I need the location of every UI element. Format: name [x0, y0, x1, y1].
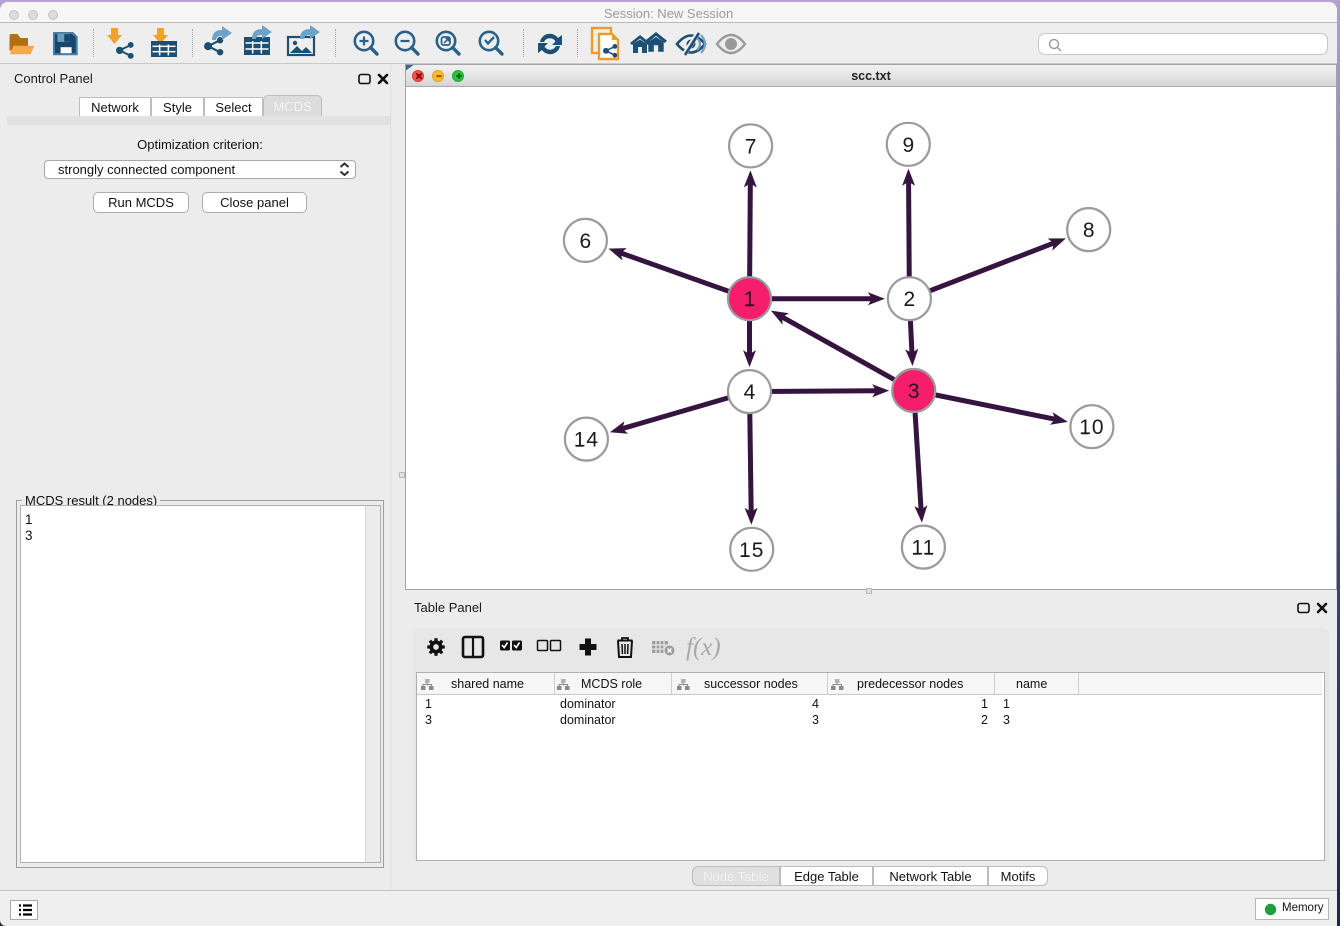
svg-text:15: 15 [739, 539, 764, 562]
svg-text:1: 1 [744, 288, 756, 311]
svg-text:f(x): f(x) [686, 634, 721, 661]
svg-text:2: 2 [904, 288, 916, 311]
svg-text:10: 10 [1079, 416, 1104, 439]
svg-text:11: 11 [911, 537, 935, 560]
svg-text:6: 6 [580, 230, 592, 253]
svg-text:14: 14 [574, 429, 599, 452]
svg-text:9: 9 [902, 134, 914, 157]
svg-text:8: 8 [1083, 219, 1095, 242]
svg-text:7: 7 [745, 135, 757, 158]
svg-text:4: 4 [744, 381, 756, 404]
svg-text:3: 3 [908, 380, 920, 403]
